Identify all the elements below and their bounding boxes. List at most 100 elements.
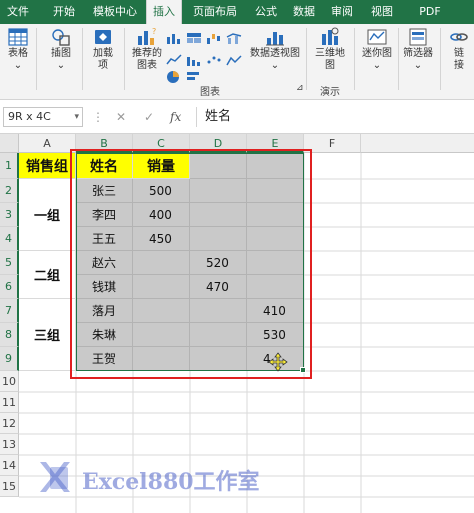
- addins-icon: [95, 30, 111, 44]
- tab-formulas[interactable]: 公式: [246, 0, 286, 24]
- filter-label: 筛选器: [403, 48, 433, 59]
- tours-group-label: 演示: [320, 87, 340, 98]
- ribbon-divider: [354, 28, 355, 90]
- chevron-down-icon[interactable]: ▾: [74, 108, 79, 126]
- table-button[interactable]: 表格 ⌄: [4, 26, 32, 72]
- watermark-text: Excel880工作室: [82, 469, 260, 495]
- tab-view[interactable]: 视图: [366, 0, 398, 24]
- tab-page-layout[interactable]: 页面布局: [186, 0, 244, 24]
- row-header-3[interactable]: 3: [0, 203, 19, 227]
- shapes-icon: [52, 29, 70, 46]
- sparkline-label: 迷你图: [362, 48, 392, 59]
- row-header-8[interactable]: 8: [0, 323, 19, 347]
- row-header-7[interactable]: 7: [0, 299, 19, 323]
- menu-bar: 文件 开始 模板中心 插入 页面布局 公式 数据 审阅 视图 PDF: [0, 0, 474, 24]
- row-header-5[interactable]: 5: [0, 251, 19, 275]
- formula-input[interactable]: 姓名: [196, 107, 472, 127]
- row-header-6[interactable]: 6: [0, 275, 19, 299]
- statistic-chart-icon[interactable]: [186, 54, 202, 66]
- row-header-9[interactable]: 9: [0, 347, 19, 371]
- formula-bar: 9R x 4C ▾ ⋮ ✕ ✓ fx 姓名: [0, 100, 474, 134]
- worksheet-grid[interactable]: A B C D E F 1 2 3 4 5 6 7 8 9 10 11 12 1…: [0, 134, 474, 513]
- row-header-11[interactable]: 11: [0, 392, 19, 413]
- watermark-logo-icon: [40, 462, 70, 492]
- filter-dropdown-icon: ⌄: [413, 60, 423, 71]
- column-header-d[interactable]: D: [190, 134, 247, 153]
- function-icon[interactable]: fx: [170, 110, 181, 124]
- name-box-value: 9R x 4C: [8, 110, 51, 123]
- link-label: 链: [454, 48, 464, 59]
- cancel-icon[interactable]: ✕: [116, 110, 126, 124]
- tab-home[interactable]: 开始: [44, 0, 84, 24]
- ribbon: 表格 ⌄ 插图 ⌄ 加载 项 ? 推荐的 图表 数据透视图 ⌄ 图表 ⊿ 三维地…: [0, 24, 474, 100]
- column-header-a[interactable]: A: [19, 134, 76, 153]
- row-header-10[interactable]: 10: [0, 371, 19, 392]
- pie-chart-icon[interactable]: [166, 70, 180, 84]
- column-header-f[interactable]: F: [304, 134, 361, 153]
- surface-chart-icon[interactable]: [226, 54, 242, 66]
- waterfall-chart-icon[interactable]: [206, 32, 222, 44]
- sparkline-button[interactable]: 迷你图 ⌄: [358, 26, 396, 72]
- row-header-1[interactable]: 1: [0, 153, 19, 179]
- svg-text:?: ?: [152, 27, 156, 36]
- column-header-c[interactable]: C: [133, 134, 190, 153]
- map3d-label: 三维地: [315, 48, 345, 59]
- recommended-charts-label: 推荐的: [132, 48, 162, 59]
- illustration-button[interactable]: 插图 ⌄: [44, 26, 78, 72]
- pivot-chart-button[interactable]: 数据透视图 ⌄: [248, 26, 302, 72]
- link-button[interactable]: 链 接: [446, 26, 472, 72]
- recommended-charts-button[interactable]: ? 推荐的 图表: [130, 26, 164, 72]
- hierarchy-chart-icon[interactable]: [186, 32, 202, 44]
- recommended-charts-icon: ?: [138, 27, 156, 45]
- tab-file[interactable]: 文件: [0, 0, 36, 24]
- illustration-label: 插图: [51, 48, 71, 59]
- map3d-button[interactable]: 三维地 图: [312, 26, 348, 72]
- sparkline-icon: [367, 29, 387, 45]
- table-icon: [8, 28, 28, 46]
- charts-dialog-launcher[interactable]: ⊿: [296, 83, 304, 93]
- name-box[interactable]: 9R x 4C ▾: [3, 107, 83, 127]
- tab-review[interactable]: 审阅: [326, 0, 358, 24]
- column-header-b[interactable]: B: [76, 134, 133, 153]
- line-chart-icon[interactable]: [166, 54, 182, 66]
- tab-data[interactable]: 数据: [288, 0, 320, 24]
- globe-icon: [322, 27, 339, 45]
- pivot-chart-icon: [266, 32, 284, 46]
- move-cursor-icon: [268, 352, 288, 372]
- sparkline-dropdown-icon: ⌄: [372, 60, 382, 71]
- link-label-2: 接: [454, 60, 464, 71]
- ribbon-divider: [124, 28, 125, 90]
- enter-icon[interactable]: ✓: [144, 110, 154, 124]
- select-all-corner[interactable]: [0, 134, 19, 153]
- tab-pdf[interactable]: PDF: [410, 0, 450, 24]
- table-label: 表格: [8, 48, 28, 59]
- illustration-dropdown-icon: ⌄: [56, 60, 66, 71]
- addins-label-2: 项: [98, 60, 108, 71]
- tab-template-center[interactable]: 模板中心: [86, 0, 144, 24]
- fill-handle[interactable]: [300, 367, 306, 373]
- ribbon-divider: [398, 28, 399, 90]
- combo-chart-icon[interactable]: [226, 32, 242, 44]
- column-chart-icon[interactable]: [166, 32, 182, 44]
- row-header-4[interactable]: 4: [0, 227, 19, 251]
- scatter-chart-icon[interactable]: [206, 54, 222, 66]
- column-header-e[interactable]: E: [247, 134, 304, 153]
- ribbon-divider: [306, 28, 307, 90]
- more-dots-icon: ⋮: [92, 110, 104, 124]
- addins-label: 加载: [93, 48, 113, 59]
- row-header-13[interactable]: 13: [0, 434, 19, 455]
- row-header-12[interactable]: 12: [0, 413, 19, 434]
- row-header-15[interactable]: 15: [0, 476, 19, 497]
- addins-button[interactable]: 加载 项: [88, 26, 118, 72]
- watermark: Excel880工作室: [36, 458, 316, 496]
- ribbon-divider: [36, 28, 37, 90]
- slicer-icon: [409, 28, 427, 46]
- link-icon: [450, 33, 468, 41]
- row-header-14[interactable]: 14: [0, 455, 19, 476]
- row-header-2[interactable]: 2: [0, 179, 19, 203]
- tab-insert[interactable]: 插入: [146, 0, 182, 24]
- pivot-chart-dropdown-icon: ⌄: [270, 60, 280, 71]
- filter-button[interactable]: 筛选器 ⌄: [400, 26, 436, 72]
- ribbon-divider: [440, 28, 441, 90]
- bar-chart-icon[interactable]: [186, 70, 202, 84]
